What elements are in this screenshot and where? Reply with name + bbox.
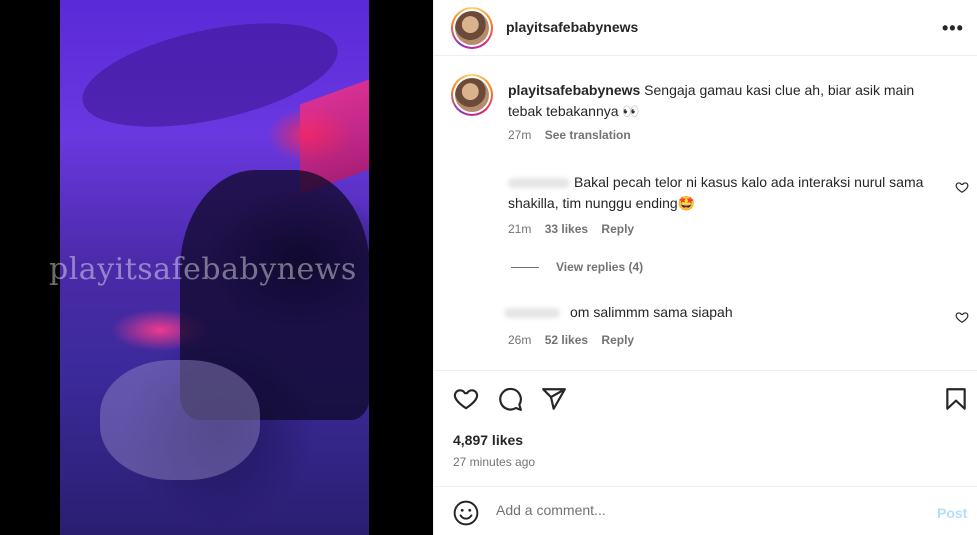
caption-time[interactable]: 27m (508, 128, 531, 142)
comments-section: playitsafebabynews Sengaja gamau kasi cl… (434, 57, 977, 370)
comment-2-username-blurred[interactable] (504, 308, 560, 319)
bookmark-icon[interactable] (943, 386, 969, 412)
comment-1-like-heart-icon[interactable] (955, 180, 969, 194)
comment-2-reply-button[interactable]: Reply (601, 333, 634, 347)
add-comment-bar: Post (434, 486, 977, 535)
comment-input[interactable] (496, 502, 916, 518)
video-scene-person (100, 360, 260, 480)
see-translation-link[interactable]: See translation (545, 128, 631, 142)
comment-icon[interactable] (497, 386, 523, 412)
comment-1-text: Bakal pecah telor ni kasus kalo ada inte… (508, 174, 924, 211)
author-username[interactable]: playitsafebabynews (506, 19, 638, 35)
caption: playitsafebabynews Sengaja gamau kasi cl… (508, 80, 948, 122)
view-replies-button[interactable]: View replies (4) (556, 260, 643, 274)
post-timestamp[interactable]: 27 minutes ago (453, 455, 535, 469)
post-actions: 4,897 likes 27 minutes ago (434, 370, 977, 486)
comment-2-text: om salimmm sama siapah (570, 304, 733, 320)
likes-count[interactable]: 4,897 likes (453, 432, 523, 448)
author-avatar[interactable] (451, 7, 493, 49)
comment-2: om salimmm sama siapah (504, 302, 948, 323)
emoji-icon[interactable] (453, 500, 479, 526)
post-panel: playitsafebabynews ••• playitsafebabynew… (433, 0, 977, 535)
comment-2-likes[interactable]: 52 likes (545, 333, 588, 347)
post-comment-button[interactable]: Post (937, 505, 967, 521)
view-replies-line (511, 267, 539, 268)
watermark: playitsafebabynews (49, 252, 357, 287)
comment-1-reply-button[interactable]: Reply (601, 222, 634, 236)
comment-1-username-blurred[interactable] (508, 178, 570, 189)
share-icon[interactable] (541, 386, 567, 412)
post-header: playitsafebabynews ••• (434, 0, 977, 56)
caption-avatar[interactable] (451, 74, 493, 116)
more-options-icon[interactable]: ••• (942, 18, 964, 39)
caption-meta: 27m See translation (508, 128, 631, 142)
comment-2-meta: 26m 52 likes Reply (508, 333, 634, 347)
caption-username[interactable]: playitsafebabynews (508, 82, 640, 98)
comment-1-meta: 21m 33 likes Reply (508, 222, 634, 236)
comment-1-time[interactable]: 21m (508, 222, 531, 236)
heart-icon[interactable] (453, 386, 479, 412)
comment-1: Bakal pecah telor ni kasus kalo ada inte… (508, 172, 948, 214)
post-media[interactable]: playitsafebabynews (0, 0, 433, 535)
comment-2-like-heart-icon[interactable] (955, 310, 969, 324)
comment-1-likes[interactable]: 33 likes (545, 222, 588, 236)
comment-2-time[interactable]: 26m (508, 333, 531, 347)
